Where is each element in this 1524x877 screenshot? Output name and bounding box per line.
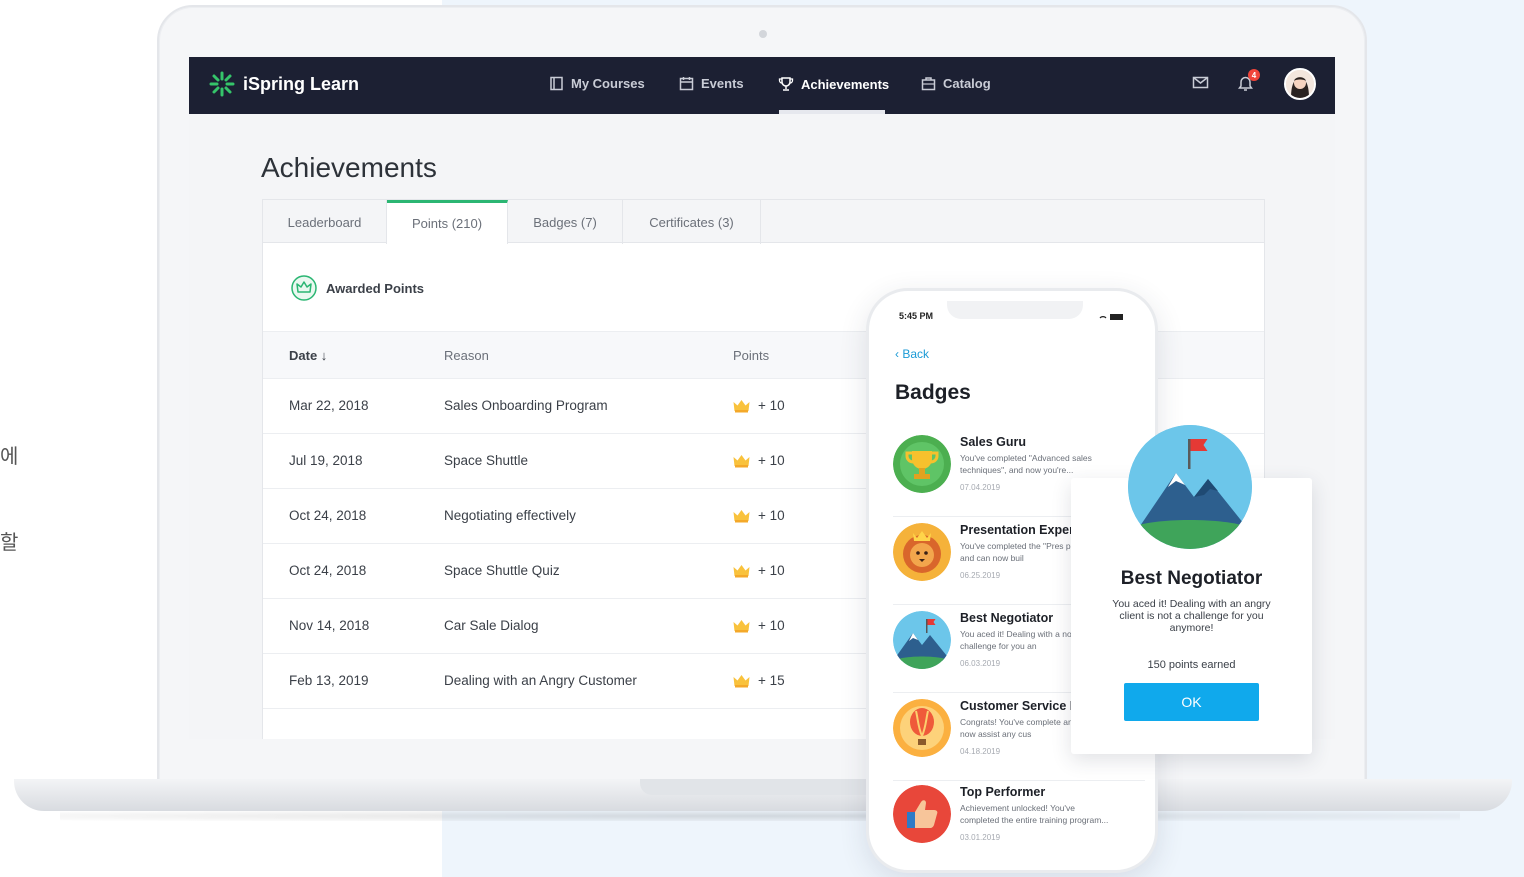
- user-avatar-icon: [1286, 70, 1314, 98]
- lion-badge-icon: [893, 523, 951, 581]
- row-date: Oct 24, 2018: [289, 563, 367, 578]
- row-reason: Negotiating effectively: [444, 508, 576, 523]
- tab-leaderboard[interactable]: Leaderboard: [263, 200, 387, 244]
- row-points: + 10: [733, 618, 785, 633]
- ispring-logo-icon: [209, 71, 235, 97]
- column-date[interactable]: Date ↓: [289, 348, 327, 363]
- brand-name: iSpring Learn: [243, 73, 360, 94]
- badge-description: Achievement unlocked! You've completed t…: [960, 803, 1109, 825]
- popup-badge: [1128, 425, 1252, 549]
- nav-events[interactable]: Events: [679, 76, 744, 91]
- nav-label: My Courses: [571, 76, 645, 91]
- crown-icon: [733, 619, 750, 632]
- row-points: + 10: [733, 508, 785, 523]
- page-title: Achievements: [261, 152, 437, 183]
- list-item[interactable]: Top Performer Achievement unlocked! You'…: [893, 779, 1145, 861]
- mountain-flag-badge-icon: [1128, 425, 1252, 549]
- row-date: Nov 14, 2018: [289, 618, 370, 633]
- crown-icon: [733, 454, 750, 467]
- trophy-badge-icon: [893, 435, 951, 493]
- badge-name: Best Negotiator: [960, 611, 1054, 625]
- avatar[interactable]: [1284, 68, 1316, 100]
- laptop-shadow: [60, 811, 1460, 821]
- row-reason: Sales Onboarding Program: [444, 398, 608, 413]
- crown-icon: [733, 564, 750, 577]
- section-title: Awarded Points: [326, 280, 425, 296]
- badge-name: Presentation Expert: [960, 523, 1079, 537]
- book-icon: [550, 76, 563, 91]
- phone-notch: [947, 301, 1083, 319]
- points-value: + 10: [758, 618, 785, 633]
- badge-name: Top Performer: [960, 785, 1046, 799]
- tab-badges[interactable]: Badges (7): [508, 200, 623, 244]
- points-value: + 10: [758, 508, 785, 523]
- thumbs-up-badge-icon: [893, 785, 951, 843]
- row-date: Oct 24, 2018: [289, 508, 367, 523]
- top-navbar: iSpring Learn My Courses Events Achievem…: [189, 57, 1335, 114]
- popup-title: Best Negotiator: [1120, 568, 1263, 589]
- calendar-icon: [679, 77, 694, 91]
- phone-time: 5:45 PM: [899, 311, 934, 321]
- nav-label: Achievements: [801, 76, 890, 92]
- row-points: + 10: [733, 453, 785, 468]
- popup-points: 150 points earned: [1147, 659, 1236, 671]
- laptop-camera: [759, 30, 767, 38]
- row-reason: Space Shuttle Quiz: [444, 563, 560, 578]
- brand-logo[interactable]: iSpring Learn: [209, 71, 359, 97]
- briefcase-icon: [921, 77, 936, 91]
- side-text-fragment: 할: [0, 530, 19, 554]
- mountain-badge-icon: [893, 611, 951, 669]
- laptop-notch: [640, 779, 886, 795]
- popup-text: You aced it! Dealing with an angry clien…: [1112, 598, 1271, 634]
- battery-icon: [1099, 314, 1123, 320]
- badge-date: 07.04.2019: [960, 483, 1001, 492]
- row-points: + 10: [733, 563, 785, 578]
- tab-points[interactable]: Points (210): [387, 200, 508, 244]
- crown-icon: [733, 399, 750, 412]
- points-value: + 10: [758, 398, 785, 413]
- crown-icon: [733, 509, 750, 522]
- column-points[interactable]: Points: [733, 348, 769, 363]
- row-date: Mar 22, 2018: [289, 398, 369, 413]
- points-value: + 15: [758, 673, 785, 688]
- nav-achievements[interactable]: Achievements: [778, 76, 889, 92]
- badge-name: Sales Guru: [960, 435, 1026, 449]
- nav-label: Events: [701, 76, 744, 91]
- badge-date: 04.18.2019: [960, 747, 1001, 756]
- points-value: + 10: [758, 563, 785, 578]
- ok-button[interactable]: OK: [1124, 683, 1259, 721]
- section-heading: Awarded Points: [290, 274, 424, 302]
- row-reason: Car Sale Dialog: [444, 618, 539, 633]
- row-reason: Dealing with an Angry Customer: [444, 673, 637, 688]
- badge-date: 06.03.2019: [960, 659, 1001, 668]
- row-date: Feb 13, 2019: [289, 673, 369, 688]
- nav-label: Catalog: [943, 76, 991, 91]
- mail-icon[interactable]: [1192, 74, 1209, 91]
- points-value: + 10: [758, 453, 785, 468]
- notification-count-badge: 4: [1248, 69, 1260, 81]
- side-text-fragment: 에: [0, 444, 19, 468]
- row-points: + 10: [733, 398, 785, 413]
- back-link[interactable]: ‹ Back: [895, 347, 929, 361]
- crown-circle-icon: [291, 275, 317, 301]
- balloon-badge-icon: [893, 699, 951, 757]
- tabs-bar: Leaderboard Points (210) Badges (7) Cert…: [263, 200, 1264, 244]
- badges-title: Badges: [895, 381, 971, 404]
- column-reason[interactable]: Reason: [444, 348, 489, 363]
- tab-certificates[interactable]: Certificates (3): [623, 200, 761, 244]
- badge-date: 03.01.2019: [960, 833, 1001, 842]
- badge-description: You've completed "Advanced sales techniq…: [960, 453, 1092, 475]
- nav-my-courses[interactable]: My Courses: [549, 76, 645, 91]
- badge-name: Customer Service E: [960, 699, 1079, 713]
- row-points: + 15: [733, 673, 785, 688]
- row-date: Jul 19, 2018: [289, 453, 363, 468]
- badge-date: 06.25.2019: [960, 571, 1001, 580]
- trophy-icon: [778, 77, 794, 91]
- row-reason: Space Shuttle: [444, 453, 529, 468]
- active-nav-indicator: [779, 110, 885, 114]
- nav-catalog[interactable]: Catalog: [921, 76, 991, 91]
- crown-icon: [733, 674, 750, 687]
